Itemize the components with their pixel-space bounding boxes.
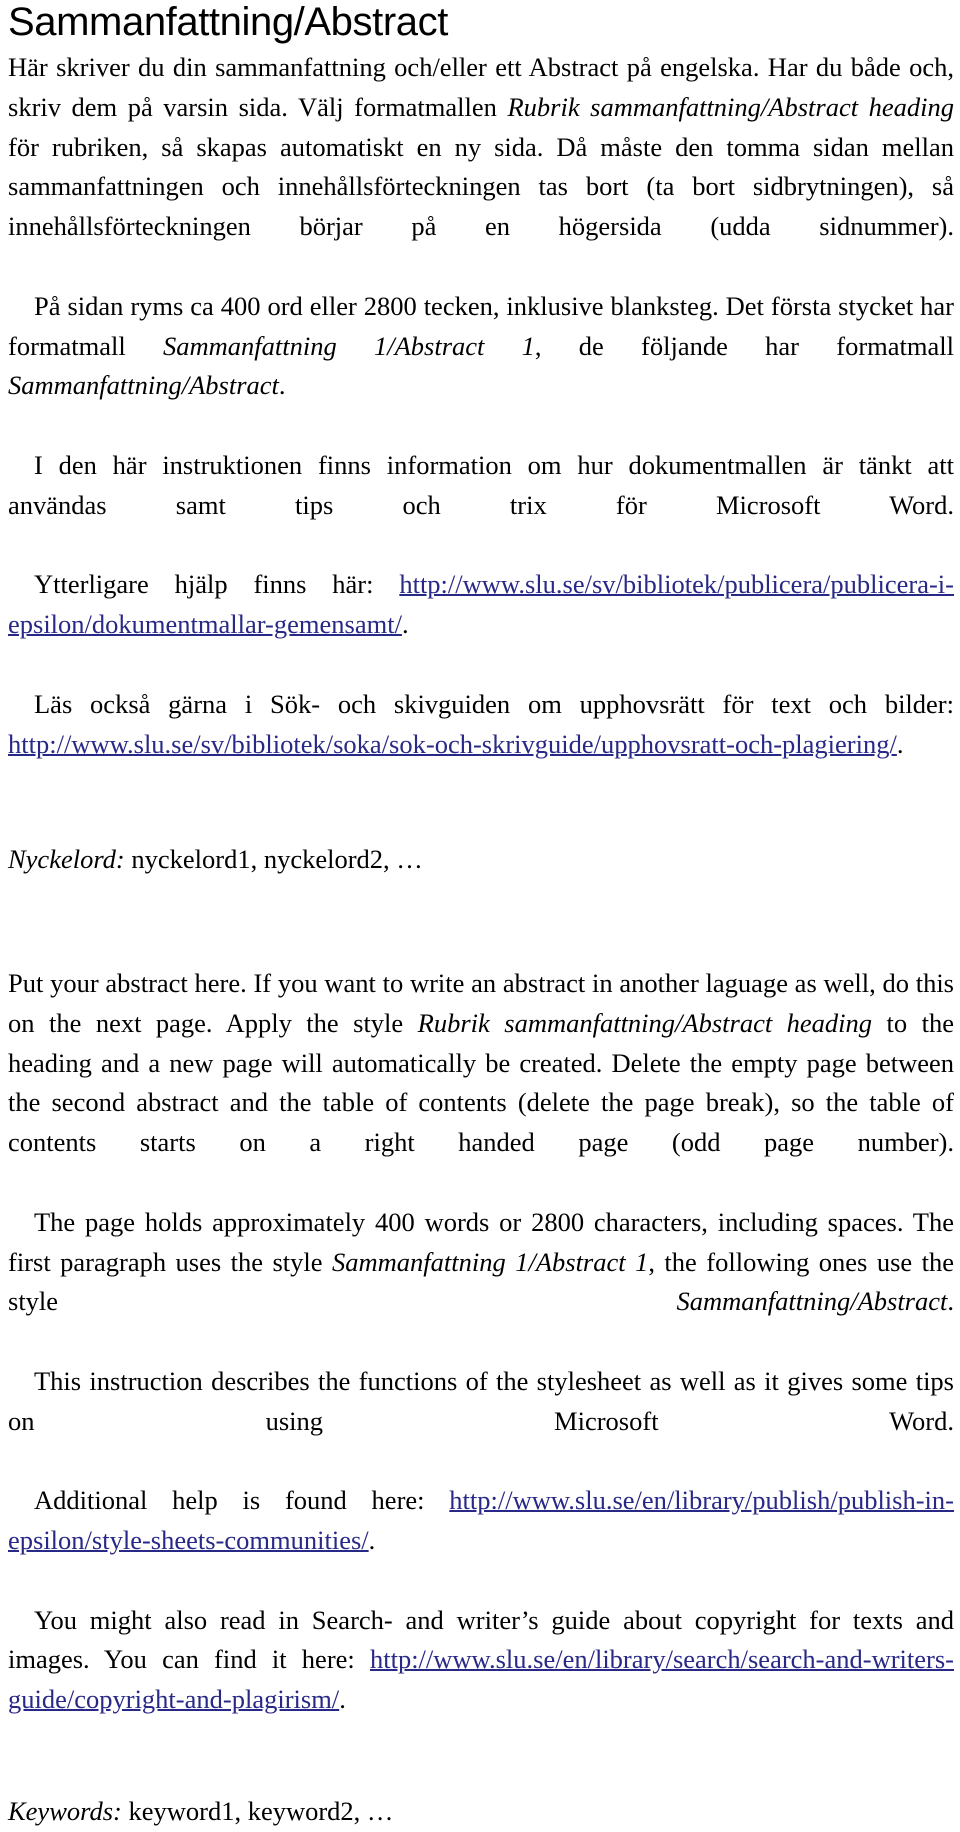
english-paragraph-4: Additional help is found here: http://ww…: [8, 1481, 954, 1600]
english-paragraph-1: Put your abstract here. If you want to w…: [8, 964, 954, 1203]
style-name-sammanfattning: Sammanfattning/Abstract: [8, 370, 279, 401]
swedish-paragraph-2: På sidan ryms ca 400 ord eller 2800 teck…: [8, 287, 954, 446]
swedish-par2-part3: .: [278, 370, 286, 401]
swedish-par1-part2: för rubriken, så skapas automatiskt en n…: [8, 131, 954, 242]
english-keywords-value: keyword1, keyword2, …: [121, 1795, 394, 1826]
english-paragraph-5: You might also read in Search- and write…: [8, 1601, 954, 1760]
swedish-par3-text: I den här instruktionen finns informatio…: [8, 449, 954, 520]
english-keywords-label: Keywords:: [8, 1795, 122, 1826]
swedish-par2-part2: , de följande har formatmall: [534, 330, 954, 361]
english-par2-part3: .: [947, 1286, 954, 1317]
swedish-paragraph-5: Läs också gärna i Sök- och skivguiden om…: [8, 685, 954, 804]
style-name-sammanfattning-1: Sammanfattning 1/Abstract 1: [163, 330, 535, 361]
english-keywords-line: Keywords: keyword1, keyword2, …: [8, 1792, 954, 1832]
english-par4-suffix: .: [368, 1525, 376, 1556]
swedish-par4-suffix: .: [401, 609, 409, 640]
section-break-spacer: [8, 880, 954, 964]
english-paragraph-3: This instruction describes the functions…: [8, 1362, 954, 1481]
style-name-sammanfattning-en: Sammanfattning/Abstract: [676, 1286, 948, 1317]
document-page: Sammanfattning/Abstract Här skriver du d…: [0, 0, 960, 1826]
swedish-paragraph-4: Ytterligare hjälp finns här: http://www.…: [8, 565, 954, 684]
keywords-spacer-swedish: [8, 804, 954, 840]
swedish-par4-prefix: Ytterligare hjälp finns här:: [34, 569, 400, 600]
swedish-par5-prefix: Läs också gärna i Sök- och skivguiden om…: [34, 688, 954, 719]
swedish-keywords-label: Nyckelord:: [8, 844, 125, 875]
swedish-paragraph-1: Här skriver du din sammanfattning och/el…: [8, 48, 954, 287]
swedish-paragraph-3: I den här instruktionen finns informatio…: [8, 446, 954, 565]
link-upphovsratt-och-plagiering[interactable]: http://www.slu.se/sv/bibliotek/soka/sok-…: [8, 729, 897, 759]
english-par4-prefix: Additional help is found here:: [34, 1485, 450, 1516]
swedish-keywords-value: nyckelord1, nyckelord2, …: [124, 844, 423, 875]
page-title: Sammanfattning/Abstract: [8, 0, 448, 44]
swedish-par5-suffix: .: [896, 728, 904, 759]
english-paragraph-2: The page holds approximately 400 words o…: [8, 1203, 954, 1362]
style-name-sammanfattning-1-en: Sammanfattning 1/Abstract 1: [332, 1246, 649, 1277]
style-name-rubrik-sammanfattning-en: Rubrik sammanfattning/Abstract heading: [417, 1007, 873, 1038]
english-par5-suffix: .: [339, 1684, 346, 1715]
style-name-rubrik-sammanfattning: Rubrik sammanfattning/Abstract heading: [507, 91, 954, 122]
swedish-keywords-line: Nyckelord: nyckelord1, nyckelord2, …: [8, 840, 954, 880]
keywords-spacer-english: [8, 1760, 954, 1792]
english-par3-text: This instruction describes the functions…: [8, 1365, 954, 1436]
